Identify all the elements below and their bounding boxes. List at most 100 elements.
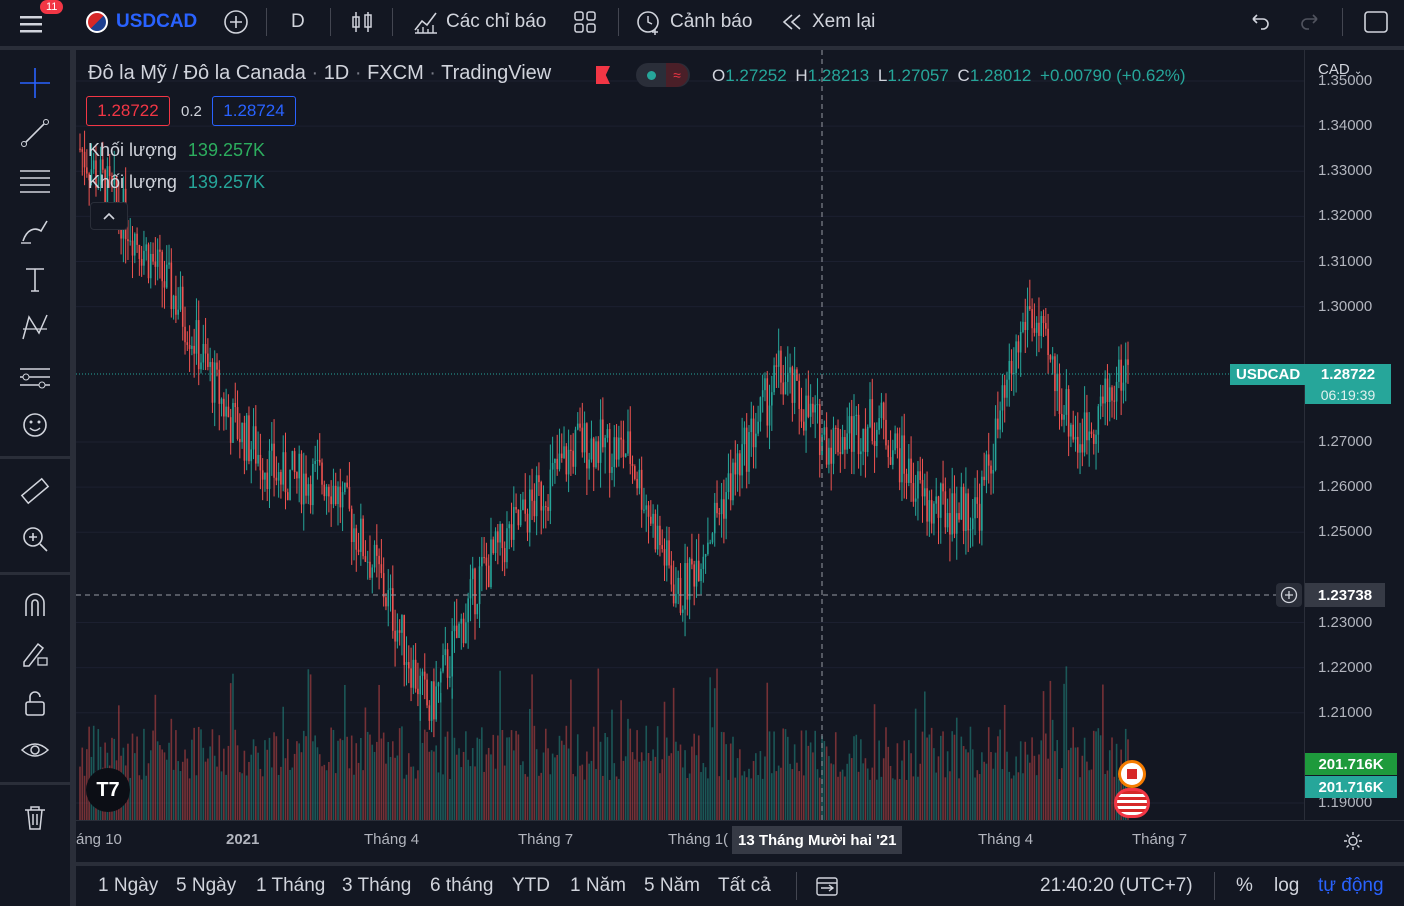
- layouts-button[interactable]: [572, 0, 598, 44]
- volume-bar: [1067, 750, 1070, 820]
- range-button[interactable]: 5 Ngày: [176, 866, 236, 906]
- range-button[interactable]: 1 Ngày: [98, 866, 158, 906]
- emoji-tool[interactable]: [14, 404, 56, 446]
- candle-body: [467, 598, 469, 623]
- prediction-tool[interactable]: [14, 356, 56, 398]
- volume-bar: [506, 737, 508, 820]
- alarm-clock-icon: [637, 11, 659, 35]
- candle-body: [334, 485, 337, 505]
- volume-legend-2[interactable]: Khối lượng 139.257K: [88, 172, 265, 193]
- magnet-tool[interactable]: [14, 584, 56, 626]
- undo-button[interactable]: [1248, 0, 1272, 44]
- unlock-icon: [25, 691, 45, 716]
- replay-button[interactable]: Xem lại: [780, 0, 875, 44]
- candle-body: [814, 404, 816, 413]
- volume-bar: [1070, 747, 1072, 820]
- volume-bar: [928, 734, 931, 820]
- canada-event-icon[interactable]: [1118, 760, 1146, 788]
- volume-bar: [647, 753, 650, 820]
- crosshair-tool[interactable]: [14, 62, 56, 104]
- chart-settings-button[interactable]: [1340, 828, 1366, 854]
- sell-button[interactable]: 1.28722: [86, 96, 170, 126]
- candle-body: [855, 414, 858, 417]
- volume-bar: [193, 727, 195, 820]
- fib-tool[interactable]: [14, 160, 56, 202]
- volume-legend-1[interactable]: Khối lượng 139.257K: [88, 140, 265, 161]
- add-alert-crosshair-button[interactable]: [1276, 583, 1302, 607]
- volume-bar: [748, 768, 750, 820]
- candle-body: [405, 662, 408, 665]
- ruler-tool[interactable]: [14, 470, 56, 512]
- crosshair-price-label: 1.23738: [1305, 583, 1385, 607]
- volume-bar: [624, 756, 627, 820]
- candle-body: [442, 655, 444, 672]
- volume-bar: [773, 731, 775, 820]
- horizontal-lines-icon: [20, 170, 50, 193]
- log-toggle[interactable]: log: [1274, 866, 1299, 906]
- text-tool[interactable]: [14, 258, 56, 300]
- range-button[interactable]: 1 Tháng: [256, 866, 325, 906]
- candle-body: [515, 506, 517, 510]
- chart-type-button[interactable]: [350, 0, 374, 44]
- candlestick-chart[interactable]: [76, 50, 1404, 862]
- symbol-search[interactable]: USDCAD: [86, 0, 197, 44]
- volume-bar: [1083, 737, 1086, 820]
- legend-interval: 1D: [323, 62, 350, 84]
- pattern-tool[interactable]: [14, 306, 56, 348]
- date-range-button[interactable]: [814, 866, 840, 906]
- indicators-button[interactable]: Các chỉ báo: [412, 0, 546, 44]
- zoom-tool[interactable]: [14, 518, 56, 560]
- chart-pane[interactable]: Đô la Mỹ / Đô la Canada · 1D · FXCM · Tr…: [76, 50, 1404, 862]
- volume-bar: [485, 754, 488, 820]
- candle-body: [718, 513, 721, 515]
- candle-body: [713, 502, 716, 534]
- auto-scale-toggle[interactable]: tự động: [1318, 866, 1384, 906]
- candle-body: [570, 449, 572, 451]
- clock[interactable]: 21:40:20 (UTC+7): [1040, 866, 1193, 906]
- menu-button[interactable]: 11: [18, 0, 64, 44]
- volume-bar: [560, 740, 563, 820]
- candle-body: [1024, 321, 1027, 331]
- volume-bar: [439, 692, 442, 820]
- candle-body: [908, 458, 910, 483]
- redo-button[interactable]: [1298, 0, 1322, 44]
- compare-button[interactable]: [222, 0, 250, 44]
- range-button[interactable]: Tất cả: [718, 866, 771, 906]
- candle-body: [517, 509, 520, 526]
- volume-bar: [688, 773, 691, 820]
- fullscreen-button[interactable]: [1362, 0, 1390, 44]
- draw-mode-tool[interactable]: [14, 632, 56, 674]
- alerts-button[interactable]: Cảnh báo: [634, 0, 752, 44]
- candle-body: [761, 390, 764, 398]
- visibility-tool[interactable]: [14, 730, 56, 772]
- volume-bar: [707, 778, 709, 820]
- volume-bar: [613, 763, 616, 820]
- range-button[interactable]: 1 Năm: [570, 866, 626, 906]
- candle-body: [277, 472, 280, 481]
- buy-button[interactable]: 1.28724: [212, 96, 296, 126]
- range-button[interactable]: 5 Năm: [644, 866, 700, 906]
- candle-body: [519, 509, 522, 526]
- candle-body: [967, 493, 969, 531]
- data-status-pill[interactable]: ≈: [636, 63, 690, 87]
- volume-bar: [1051, 719, 1054, 820]
- volume-bar: [387, 741, 390, 820]
- brush-tool[interactable]: [14, 210, 56, 252]
- delete-tool[interactable]: [14, 796, 56, 838]
- range-button[interactable]: 3 Tháng: [342, 866, 411, 906]
- percent-toggle[interactable]: %: [1236, 866, 1253, 906]
- candle-body: [560, 453, 563, 459]
- trendline-tool[interactable]: [14, 112, 56, 154]
- tradingview-logo[interactable]: T7: [86, 768, 130, 812]
- candle-body: [81, 149, 84, 152]
- range-button[interactable]: 6 tháng: [430, 866, 493, 906]
- lock-tool[interactable]: [14, 682, 56, 724]
- volume-bar: [474, 766, 476, 820]
- collapse-legend-button[interactable]: [90, 202, 128, 230]
- interval-button[interactable]: D: [291, 0, 305, 44]
- range-button[interactable]: YTD: [512, 866, 550, 906]
- volume-bar: [745, 777, 748, 820]
- candle-body: [410, 668, 412, 688]
- us-event-icon[interactable]: [1114, 788, 1150, 818]
- volume-bar: [138, 775, 141, 820]
